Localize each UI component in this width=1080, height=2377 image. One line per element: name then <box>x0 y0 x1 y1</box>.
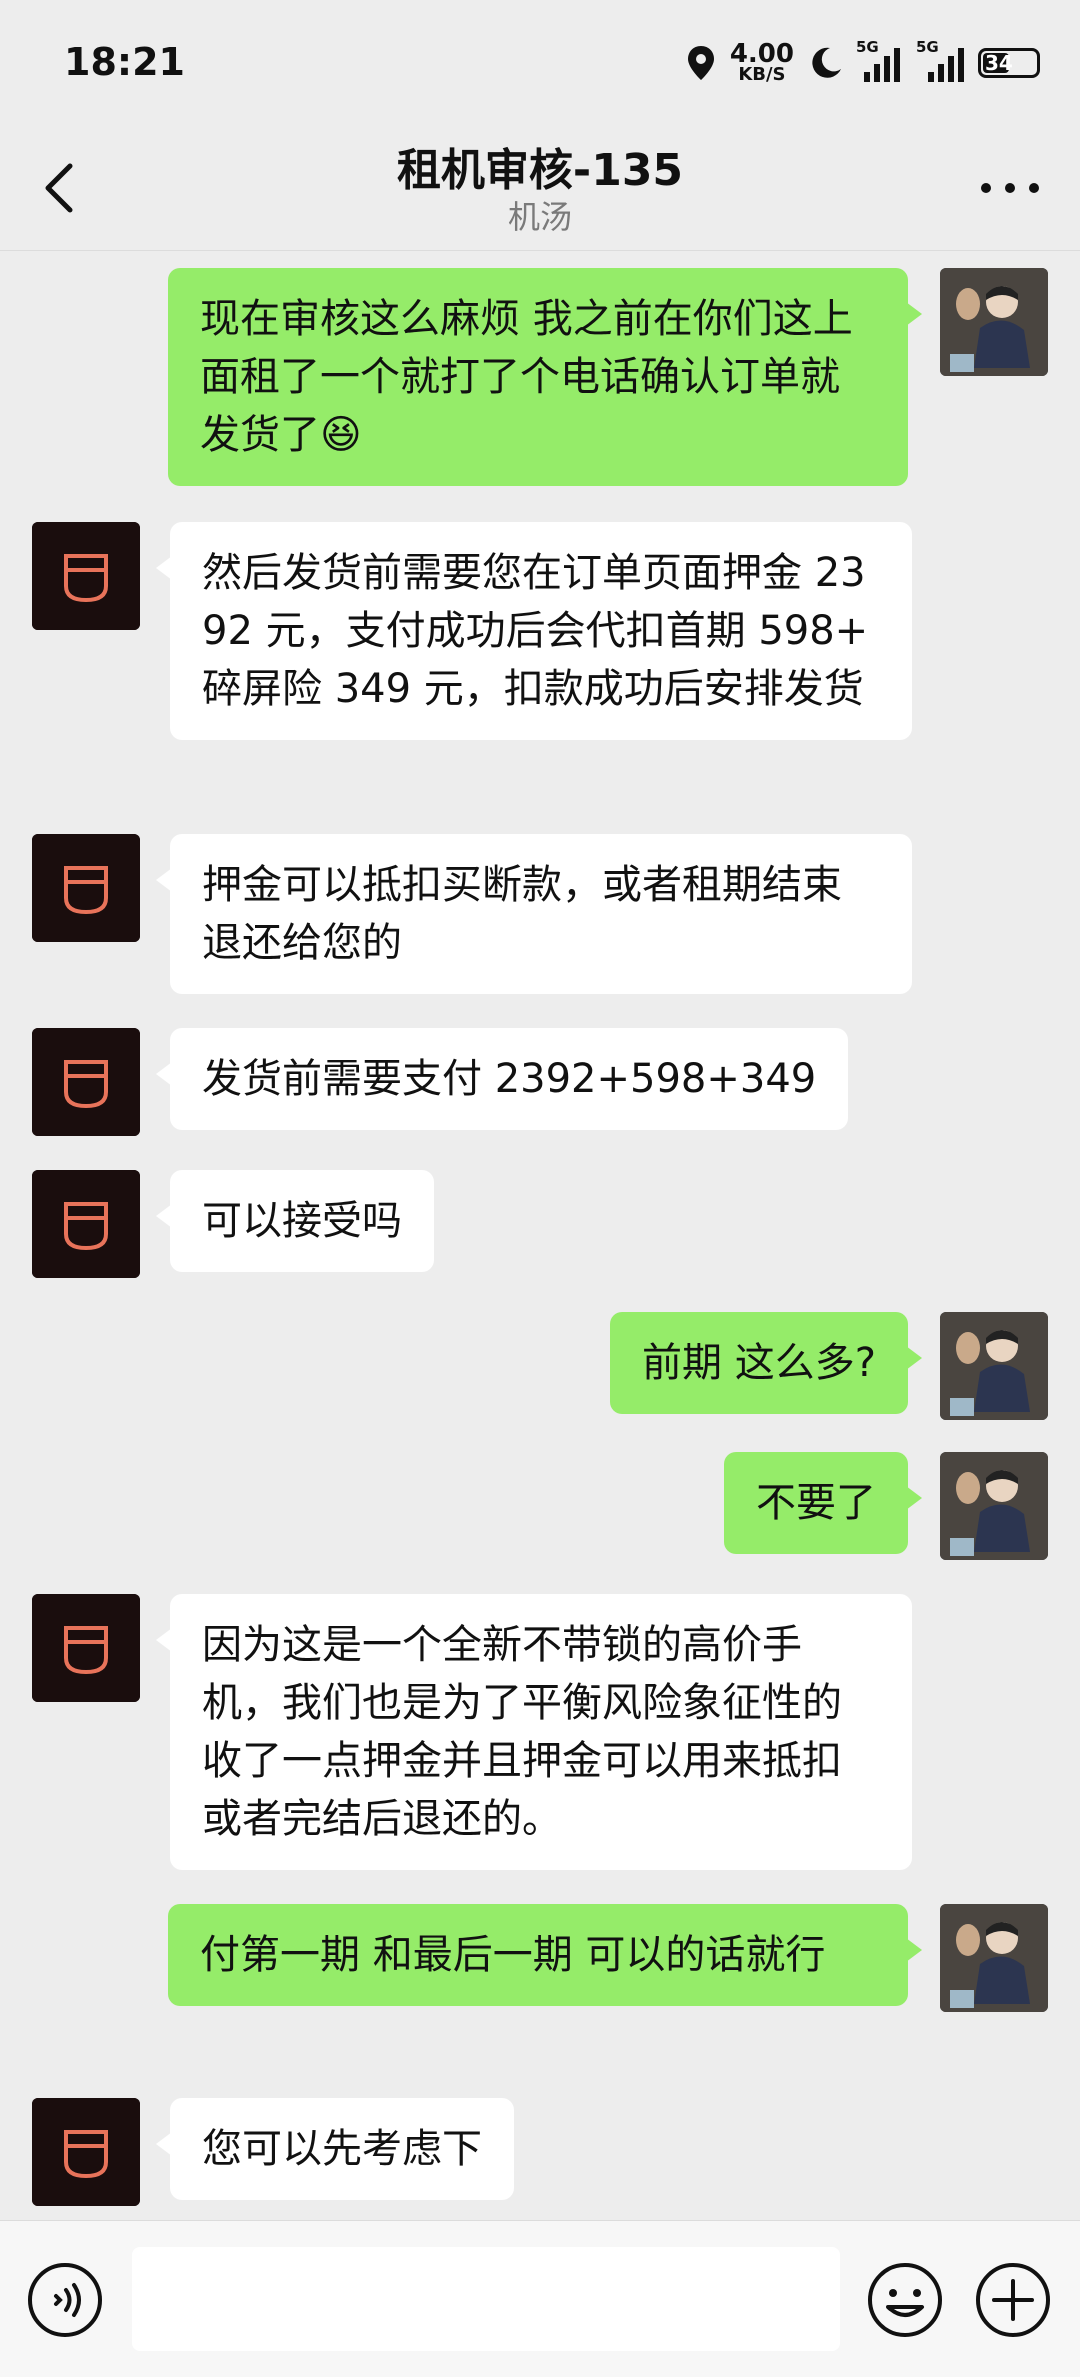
message-bubble-sent[interactable]: 现在审核这么麻烦 我之前在你们这上面租了一个就打了个电话确认订单就发货了😆 <box>168 268 922 486</box>
moon-icon <box>812 47 841 78</box>
message-bubble-received[interactable]: 押金可以抵扣买断款，或者租期结束退还给您的 <box>156 834 912 994</box>
contact-avatar[interactable] <box>32 834 140 942</box>
app-logo-icon <box>32 1170 140 1278</box>
message-bubble-received[interactable]: 然后发货前需要您在订单页面押金 2392 元，支付成功后会代扣首期 598+ 碎… <box>156 522 912 740</box>
message-text: 前期 这么多? <box>642 1340 876 1386</box>
contact-avatar[interactable] <box>32 1594 140 1702</box>
message-row: 不要了 <box>0 1452 1080 1562</box>
location-icon <box>687 46 714 80</box>
battery-icon: 34 <box>978 48 1040 78</box>
message-bubble-received[interactable]: 您可以先考虑下 <box>156 2098 514 2200</box>
my-avatar[interactable] <box>940 268 1048 376</box>
user-avatar-icon <box>940 268 1048 376</box>
network-speed: 4.00 KB/S <box>729 39 794 85</box>
message-row: 押金可以抵扣买断款，或者租期结束退还给您的 <box>0 834 1080 994</box>
signal-1-label: 5G <box>856 38 879 56</box>
message-bubble-received[interactable]: 可以接受吗 <box>156 1170 434 1272</box>
message-text: 您可以先考虑下 <box>202 2126 482 2172</box>
app-logo-icon <box>32 834 140 942</box>
message-row: 发货前需要支付 2392+598+349 <box>0 1028 1080 1138</box>
message-row: 前期 这么多? <box>0 1312 1080 1422</box>
app-logo-icon <box>32 1594 140 1702</box>
message-text: 付第一期 和最后一期 可以的话就行 <box>200 1932 826 1978</box>
user-avatar-icon <box>940 1904 1048 2012</box>
chat-header: 租机审核-135 机汤 <box>0 130 1080 251</box>
chat-subtitle: 机汤 <box>507 198 572 236</box>
my-avatar[interactable] <box>940 1904 1048 2012</box>
my-avatar[interactable] <box>940 1452 1048 1560</box>
status-icons: 4.00 KB/S 5G 5G 34 <box>686 38 1040 88</box>
contact-avatar[interactable] <box>32 1170 140 1278</box>
status-bar: 18:21 4.00 KB/S 5G 5G 34 <box>0 0 1080 130</box>
message-text: 现在审核这么麻烦 我之前在你们这上面租了一个就打了个电话确认订单就发货了 <box>200 296 853 458</box>
contact-avatar[interactable] <box>32 2098 140 2206</box>
message-text: 然后发货前需要您在订单页面押金 2392 元，支付成功后会代扣首期 598+ 碎… <box>202 550 869 712</box>
message-input[interactable] <box>132 2247 840 2351</box>
message-text: 可以接受吗 <box>202 1198 402 1244</box>
message-row: 可以接受吗 <box>0 1170 1080 1280</box>
message-text: 押金可以抵扣买断款，或者租期结束退还给您的 <box>202 862 842 966</box>
my-avatar[interactable] <box>940 1312 1048 1420</box>
input-bar <box>0 2220 1080 2377</box>
message-bubble-received[interactable]: 发货前需要支付 2392+598+349 <box>155 1028 849 1130</box>
chat-title: 租机审核-135 <box>396 145 684 196</box>
signal-2: 5G <box>914 38 964 82</box>
add-attachment-icon[interactable] <box>974 2261 1052 2339</box>
message-bubble-sent[interactable]: 不要了 <box>724 1452 922 1554</box>
app-logo-icon <box>32 2098 140 2206</box>
message-text: 发货前需要支付 2392+598+349 <box>202 1056 817 1102</box>
message-row: 因为这是一个全新不带锁的高价手机，我们也是为了平衡风险象征性的收了一点押金并且押… <box>0 1594 1080 1884</box>
message-bubble-received[interactable]: 因为这是一个全新不带锁的高价手机，我们也是为了平衡风险象征性的收了一点押金并且押… <box>156 1594 912 1870</box>
message-bubble-sent[interactable]: 付第一期 和最后一期 可以的话就行 <box>168 1904 922 2006</box>
status-time: 18:21 <box>64 40 185 84</box>
user-avatar-icon <box>940 1312 1048 1420</box>
message-row: 付第一期 和最后一期 可以的话就行 <box>0 1904 1080 2074</box>
message-text: 因为这是一个全新不带锁的高价手机，我们也是为了平衡风险象征性的收了一点押金并且押… <box>202 1622 842 1842</box>
message-text: 不要了 <box>756 1480 876 1526</box>
user-avatar-icon <box>940 1452 1048 1560</box>
message-row: 您可以先考虑下 <box>0 2098 1080 2208</box>
app-logo-icon <box>32 1028 140 1136</box>
battery-level: 34 <box>985 51 1013 75</box>
message-row: 现在审核这么麻烦 我之前在你们这上面租了一个就打了个电话确认订单就发货了😆 <box>0 268 1080 488</box>
message-row: 然后发货前需要您在订单页面押金 2392 元，支付成功后会代扣首期 598+ 碎… <box>0 522 1080 802</box>
network-speed-unit: KB/S <box>738 64 786 85</box>
more-options-icon[interactable] <box>978 176 1042 200</box>
emoji-icon[interactable] <box>866 2261 944 2339</box>
message-bubble-sent[interactable]: 前期 这么多? <box>610 1312 922 1414</box>
app-logo-icon <box>32 522 140 630</box>
laughing-emoji-icon: 😆 <box>320 412 362 458</box>
signal-2-label: 5G <box>916 38 939 56</box>
contact-avatar[interactable] <box>32 1028 140 1136</box>
signal-1: 5G <box>856 38 900 82</box>
contact-avatar[interactable] <box>32 522 140 630</box>
voice-input-icon[interactable] <box>26 2261 104 2339</box>
message-list[interactable]: 现在审核这么麻烦 我之前在你们这上面租了一个就打了个电话确认订单就发货了😆 然后… <box>0 252 1080 2212</box>
network-speed-value: 4.00 <box>729 39 794 69</box>
